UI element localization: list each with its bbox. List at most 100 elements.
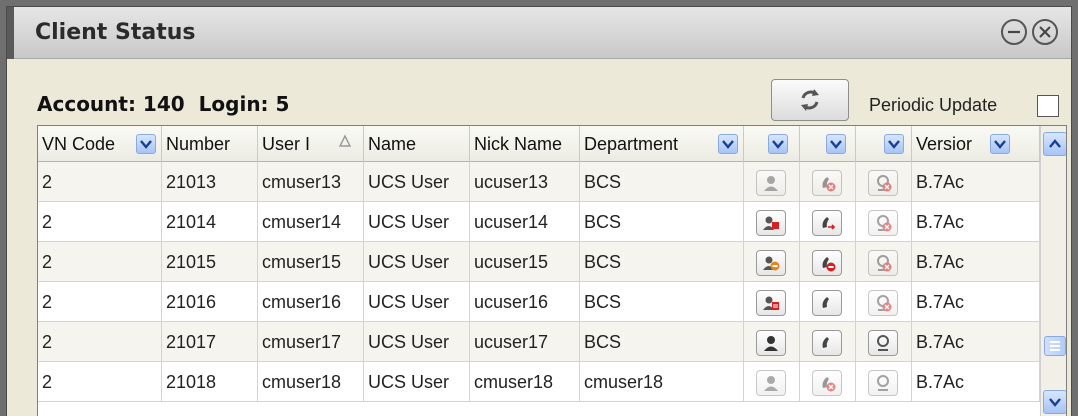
close-icon	[1039, 26, 1051, 38]
header-number-label: Number	[166, 134, 231, 154]
account-summary: Account: 140 Login: 5	[37, 92, 296, 116]
login-blocked-icon	[877, 255, 892, 272]
offline-presence-icon	[764, 176, 778, 191]
login-status-button[interactable]	[868, 290, 898, 316]
minimize-button[interactable]	[1001, 19, 1027, 45]
header-nick-name-label: Nick Name	[474, 134, 563, 154]
cell-nick-name: ucuser17	[470, 322, 580, 362]
login-status-button[interactable]	[868, 210, 898, 236]
login-filter-dropdown[interactable]	[884, 134, 904, 154]
cell-number: 21015	[162, 242, 258, 282]
table-row[interactable]: 2 21017 cmuser17 UCS User ucuser17 BCS B.7Ac	[38, 322, 1066, 362]
phone-icon	[822, 337, 829, 348]
department-filter-dropdown[interactable]	[718, 134, 738, 154]
offline-presence-icon	[764, 376, 778, 391]
cell-vn-code: 2	[38, 322, 162, 362]
phone-status-button[interactable]	[812, 330, 842, 356]
cell-user-id: cmuser17	[258, 322, 364, 362]
scroll-thumb[interactable]	[1044, 336, 1066, 356]
cell-nick-name: ucuser15	[470, 242, 580, 282]
table-row[interactable]: 2 21018 cmuser18 UCS User cmuser18 cmuser18 B.…	[38, 362, 1066, 402]
scroll-down-button[interactable]	[1043, 390, 1066, 414]
cell-number: 21017	[162, 322, 258, 362]
login-icon	[877, 335, 889, 351]
header-version-label: Versior	[916, 134, 973, 154]
table-row[interactable]: 2 21013 cmuser13 UCS User ucuser13 BCS B.7Ac	[38, 162, 1066, 202]
cell-name: UCS User	[364, 202, 470, 242]
refresh-icon	[801, 89, 819, 111]
login-count: Login: 5	[198, 92, 290, 116]
account-count: Account: 140	[37, 92, 185, 116]
login-icon	[877, 375, 889, 391]
phone-status-button[interactable]	[812, 210, 842, 236]
grid-header: VN Code Number User I Name Nick Name Dep…	[38, 126, 1066, 162]
cell-user-id: cmuser15	[258, 242, 364, 282]
login-status-button[interactable]	[868, 330, 898, 356]
header-version[interactable]: Versior	[912, 126, 1040, 162]
chevron-down-icon	[140, 140, 152, 149]
phone-blocked-icon	[822, 377, 836, 392]
presence-status-button[interactable]	[756, 210, 786, 236]
cell-version: B.7Ac	[912, 322, 1040, 362]
chevron-down-icon	[722, 140, 734, 149]
vertical-scrollbar[interactable]	[1040, 126, 1066, 416]
cell-department: BCS	[580, 202, 744, 242]
vn-code-filter-dropdown[interactable]	[136, 134, 156, 154]
login-blocked-icon	[877, 175, 892, 192]
login-status-button[interactable]	[868, 170, 898, 196]
cell-name: UCS User	[364, 162, 470, 202]
table-row[interactable]: 2 21015 cmuser15 UCS User ucuser15 BCS B.7Ac	[38, 242, 1066, 282]
presence-filter-dropdown[interactable]	[768, 134, 788, 154]
cell-user-id: cmuser13	[258, 162, 364, 202]
window-title: Client Status	[35, 20, 196, 45]
login-status-button[interactable]	[868, 250, 898, 276]
phone-filter-dropdown[interactable]	[826, 134, 846, 154]
login-status-button[interactable]	[868, 370, 898, 396]
phone-status-button[interactable]	[812, 370, 842, 396]
cell-number: 21018	[162, 362, 258, 402]
cell-name: UCS User	[364, 282, 470, 322]
cell-vn-code: 2	[38, 282, 162, 322]
minus-icon	[1008, 30, 1020, 34]
cell-nick-name: ucuser16	[470, 282, 580, 322]
table-row[interactable]: 2 21016 cmuser16 UCS User ucuser16 BCS B.7Ac	[38, 282, 1066, 322]
phone-blocked-icon	[822, 177, 836, 192]
presence-status-button[interactable]	[756, 170, 786, 196]
phone-status-button[interactable]	[812, 250, 842, 276]
table-row[interactable]: 2 21014 cmuser14 UCS User ucuser14 BCS B.7Ac	[38, 202, 1066, 242]
refresh-button[interactable]	[771, 79, 849, 121]
title-bar[interactable]: Client Status	[7, 7, 1071, 59]
title-accent-bar	[7, 7, 14, 59]
version-filter-dropdown[interactable]	[990, 134, 1010, 154]
presence-status-button[interactable]	[756, 250, 786, 276]
cell-name: UCS User	[364, 322, 470, 362]
phone-status-button[interactable]	[812, 290, 842, 316]
header-nick-name[interactable]: Nick Name	[470, 126, 580, 162]
cell-nick-name: ucuser13	[470, 162, 580, 202]
login-blocked-icon	[877, 295, 892, 312]
presence-status-button[interactable]	[756, 370, 786, 396]
table-row-partial	[38, 402, 1066, 416]
cell-version: B.7Ac	[912, 162, 1040, 202]
cell-number: 21013	[162, 162, 258, 202]
cell-version: B.7Ac	[912, 242, 1040, 282]
header-name[interactable]: Name	[364, 126, 470, 162]
close-button[interactable]	[1032, 19, 1058, 45]
cell-vn-code: 2	[38, 202, 162, 242]
login-blocked-icon	[877, 215, 892, 232]
chevron-down-icon	[830, 140, 842, 149]
header-user-id-label: User I	[262, 134, 311, 154]
phone-forward-icon	[822, 217, 836, 230]
presence-status-button[interactable]	[756, 290, 786, 316]
scroll-up-button[interactable]	[1043, 132, 1066, 156]
phone-status-button[interactable]	[812, 170, 842, 196]
chevron-down-icon	[994, 140, 1006, 149]
away-presence-icon	[763, 256, 780, 271]
header-department-label: Department	[584, 134, 679, 154]
presence-status-button[interactable]	[756, 330, 786, 356]
periodic-update-checkbox[interactable]	[1037, 95, 1059, 117]
cell-user-id: cmuser16	[258, 282, 364, 322]
cell-nick-name: cmuser18	[470, 362, 580, 402]
phone-icon	[822, 297, 829, 308]
header-number[interactable]: Number	[162, 126, 258, 162]
